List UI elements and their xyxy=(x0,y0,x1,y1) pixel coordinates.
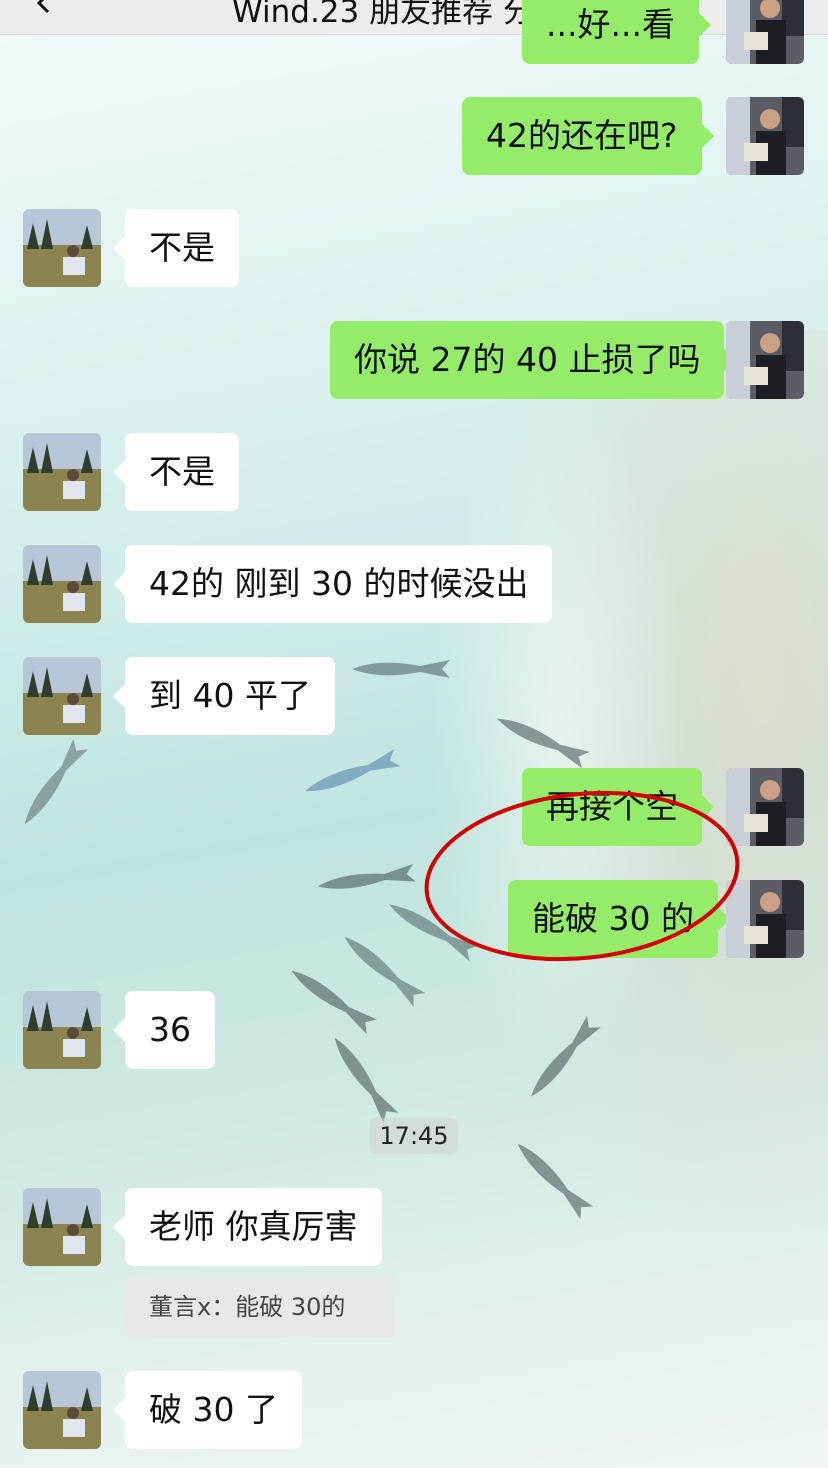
avatar[interactable] xyxy=(726,321,804,399)
message-bubble[interactable]: 不是 xyxy=(113,433,239,511)
message-bubble[interactable]: 到 40 平了 xyxy=(113,657,335,735)
avatar[interactable] xyxy=(726,880,804,958)
message-bubble[interactable]: 36 xyxy=(113,991,215,1069)
fish-shape xyxy=(305,749,401,792)
avatar[interactable] xyxy=(726,0,804,64)
fish-shape xyxy=(334,1037,399,1124)
quoted-message[interactable]: 董言x：能破 30的 xyxy=(125,1276,395,1338)
message-bubble[interactable]: 不是 xyxy=(113,209,239,287)
avatar[interactable] xyxy=(23,991,101,1069)
timestamp: 17:45 xyxy=(370,1118,458,1154)
fish-shape xyxy=(352,660,450,678)
message-bubble[interactable]: 你说 27的 40 止损了吗 xyxy=(330,321,737,399)
message-bubble[interactable]: 老师 你真厉害 xyxy=(113,1188,382,1266)
avatar[interactable] xyxy=(726,97,804,175)
avatar[interactable] xyxy=(23,209,101,287)
avatar[interactable] xyxy=(726,768,804,846)
avatar[interactable] xyxy=(23,545,101,623)
message-bubble[interactable]: 42的还在吧? xyxy=(462,97,714,175)
avatar[interactable] xyxy=(23,1188,101,1266)
avatar[interactable] xyxy=(23,433,101,511)
background-wave xyxy=(430,380,690,1080)
message-bubble[interactable]: ...好...看 xyxy=(522,0,711,64)
message-bubble[interactable]: 再接个空 xyxy=(522,768,714,846)
message-bubble[interactable]: 42的 刚到 30 的时候没出 xyxy=(112,545,553,623)
message-bubble[interactable]: 能破 30 的 xyxy=(508,880,730,958)
fish-shape xyxy=(24,738,89,825)
avatar[interactable] xyxy=(23,657,101,735)
fish-shape xyxy=(317,863,416,889)
avatar[interactable] xyxy=(23,1371,101,1449)
message-bubble[interactable]: 破 30 了 xyxy=(113,1371,302,1449)
